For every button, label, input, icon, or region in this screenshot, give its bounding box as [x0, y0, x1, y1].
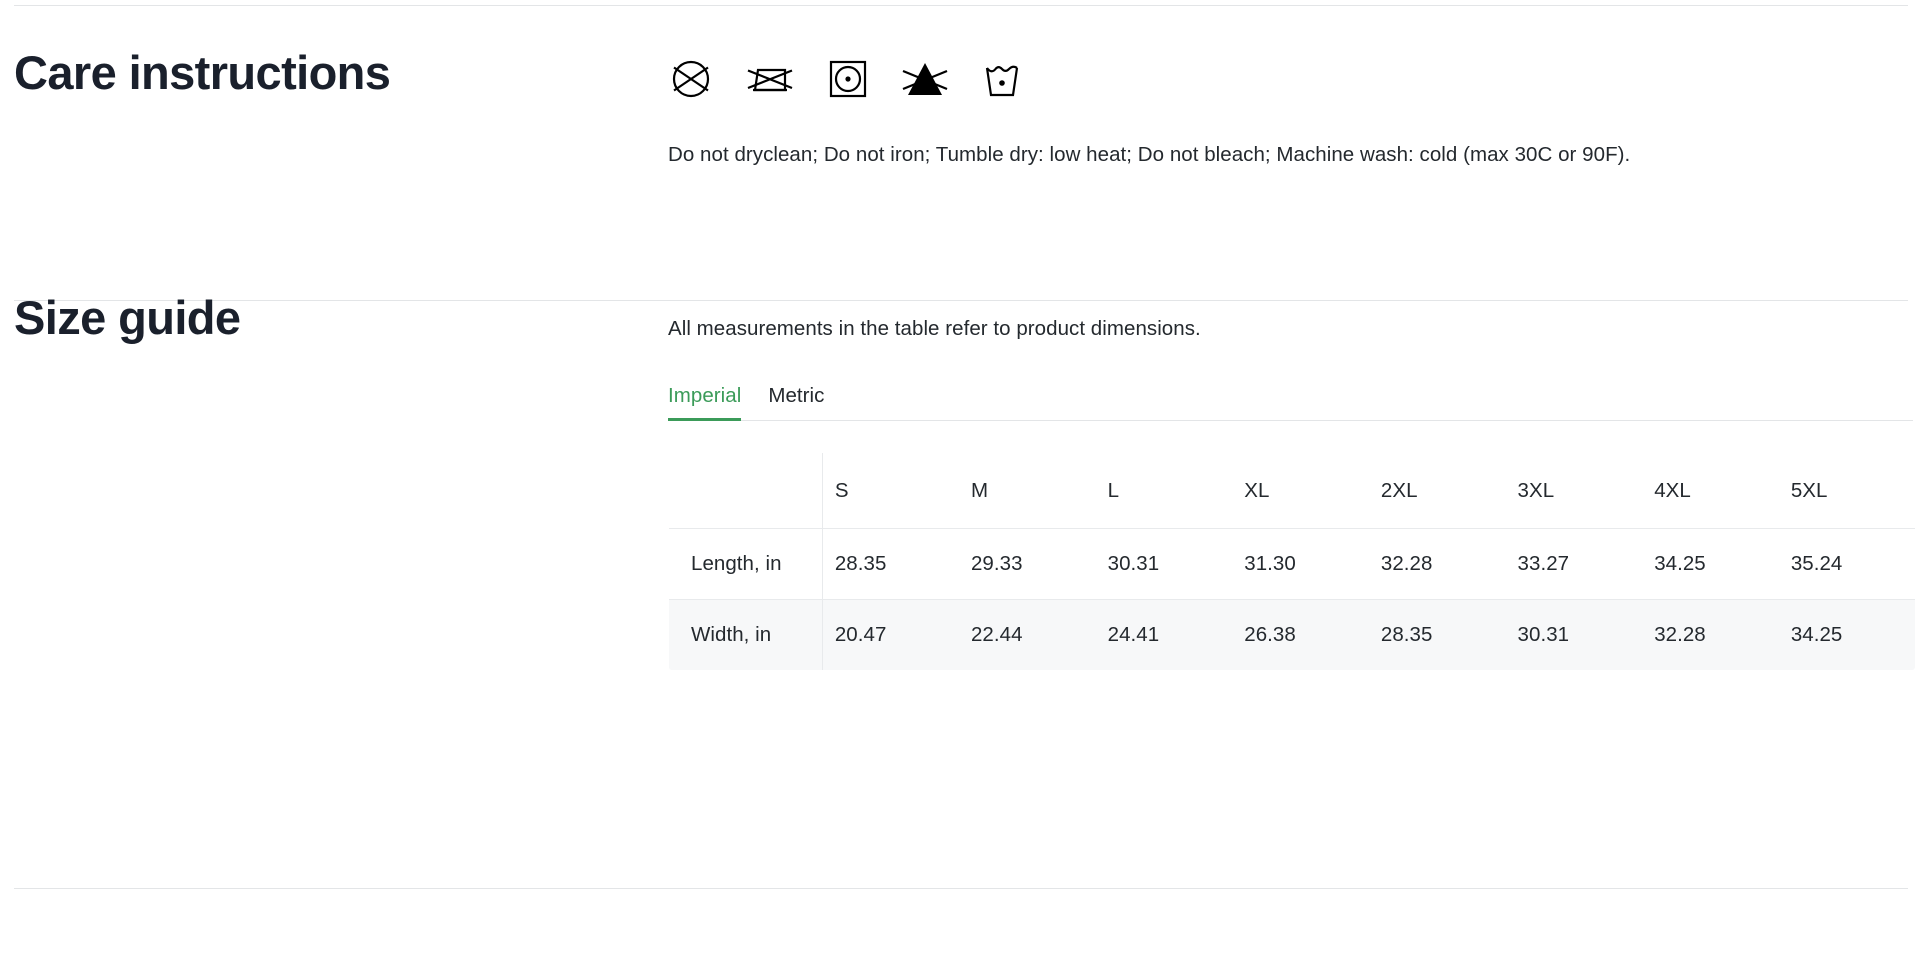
cell-length-5xl: 35.24	[1790, 552, 1843, 576]
table-header-5xl: 5XL	[1790, 478, 1828, 502]
table-header-2xl: 2XL	[1380, 478, 1418, 502]
row-label-length: Length, in	[669, 528, 823, 600]
size-guide-table-head: S M L XL 2XL 3XL 4XL 5XL	[669, 453, 1915, 529]
care-instructions-body-column: Do not dryclean; Do not iron; Tumble dry…	[668, 48, 1922, 171]
size-guide-unit-tabs: Imperial Metric	[668, 385, 1913, 422]
care-instructions-heading: Care instructions	[14, 46, 391, 99]
machine-wash-cold-icon	[980, 56, 1024, 107]
cell-width-s: 20.47	[834, 623, 887, 647]
do-not-bleach-icon	[900, 56, 950, 107]
size-guide-table: S M L XL 2XL 3XL 4XL 5XL Length, in 28.3…	[668, 452, 1916, 672]
care-instructions-title-column: Care instructions	[0, 46, 668, 99]
cell-length-m: 29.33	[970, 552, 1023, 576]
table-header-s: S	[834, 478, 849, 502]
care-symbols-row	[668, 50, 1914, 112]
cell-length-4xl: 34.25	[1654, 552, 1706, 576]
product-details-page: Care instructions Do not dryclean; Do no…	[0, 0, 1922, 958]
section-divider-top	[14, 5, 1908, 6]
table-row: Length, in 28.35 29.33 30.31 31.30 32.28…	[669, 528, 1915, 600]
do-not-iron-icon	[744, 56, 796, 107]
table-header-xl: XL	[1244, 478, 1270, 502]
cell-width-3xl: 30.31	[1517, 623, 1570, 647]
tab-metric[interactable]: Metric	[768, 385, 833, 421]
care-instructions-section: Care instructions Do not dryclean; Do no…	[0, 48, 1922, 171]
tab-imperial[interactable]: Imperial	[668, 385, 750, 421]
cell-width-l: 24.41	[1107, 623, 1160, 647]
care-instructions-text: Do not dryclean; Do not iron; Tumble dry…	[668, 143, 1631, 166]
cell-length-s: 28.35	[834, 552, 887, 576]
table-header-row: S M L XL 2XL 3XL 4XL 5XL	[669, 453, 1915, 529]
size-guide-heading: Size guide	[14, 291, 241, 344]
table-header-m: M	[970, 478, 989, 502]
cell-width-m: 22.44	[970, 623, 1023, 647]
cell-length-l: 30.31	[1107, 552, 1160, 576]
cell-length-xl: 31.30	[1244, 552, 1296, 576]
table-corner-cell	[669, 453, 823, 529]
size-guide-note: All measurements in the table refer to p…	[668, 317, 1201, 340]
size-guide-table-body: Length, in 28.35 29.33 30.31 31.30 32.28…	[669, 528, 1915, 671]
size-guide-title-column: Size guide	[0, 291, 668, 344]
size-guide-body-column: All measurements in the table refer to p…	[668, 293, 1922, 672]
cell-length-3xl: 33.27	[1517, 552, 1570, 576]
cell-width-5xl: 34.25	[1790, 623, 1843, 647]
table-header-4xl: 4XL	[1654, 478, 1691, 502]
cell-width-xl: 26.38	[1244, 623, 1296, 647]
table-row: Width, in 20.47 22.44 24.41 26.38 28.35 …	[669, 599, 1915, 671]
section-divider-bottom	[14, 888, 1908, 889]
size-guide-table-wrapper: S M L XL 2XL 3XL 4XL 5XL Length, in 28.3…	[668, 452, 1916, 672]
size-guide-section: Size guide All measurements in the table…	[0, 291, 1922, 672]
cell-width-2xl: 28.35	[1380, 623, 1433, 647]
tumble-dry-low-heat-icon	[826, 56, 870, 107]
cell-length-2xl: 32.28	[1380, 552, 1433, 576]
do-not-dryclean-icon	[668, 56, 714, 107]
table-header-3xl: 3XL	[1517, 478, 1555, 502]
cell-width-4xl: 32.28	[1654, 623, 1706, 647]
row-label-width: Width, in	[669, 599, 823, 671]
table-header-l: L	[1107, 478, 1120, 502]
